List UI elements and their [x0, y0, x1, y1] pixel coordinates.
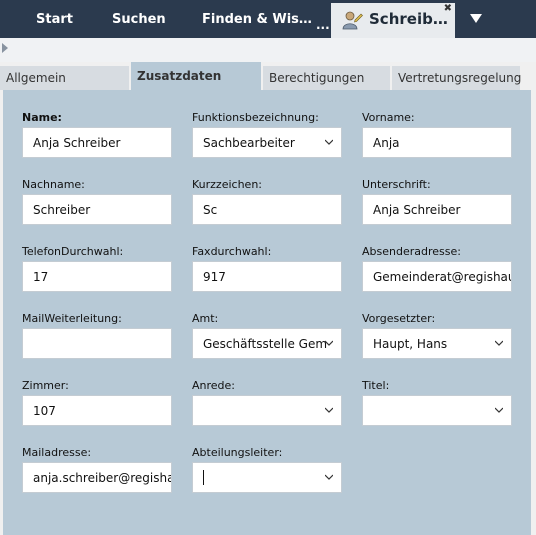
vorgesetzter-value: Haupt, Hans [373, 336, 448, 351]
absenderadresse-label: Absenderadresse: [362, 245, 461, 258]
amt-label: Amt: [192, 312, 219, 325]
active-tab-label: Schreib… [369, 10, 448, 28]
absenderadresse-input[interactable]: Gemeinderat@regishaus [362, 261, 512, 292]
titel-label: Titel: [362, 379, 390, 392]
sub-toolbar [0, 38, 536, 62]
titel-select[interactable] [362, 395, 512, 426]
nachname-label: Nachname: [22, 178, 85, 191]
chevron-down-icon [495, 340, 503, 346]
anrede-label: Anrede: [192, 379, 236, 392]
text-cursor [203, 470, 204, 485]
chevron-down-icon [325, 474, 333, 480]
vorname-input[interactable]: Anja [362, 127, 512, 158]
funktionsbezeichnung-label: Funktionsbezeichnung: [192, 111, 319, 124]
tab-vertretungsregelung[interactable]: Vertretungsregelung [392, 66, 521, 90]
nachname-input[interactable]: Schreiber [22, 194, 172, 225]
tab-zusatzdaten[interactable]: Zusatzdaten [131, 62, 261, 90]
faxdurchwahl-input[interactable]: 917 [192, 261, 342, 292]
mailweiterleitung-label: MailWeiterleitung: [22, 312, 122, 325]
mailweiterleitung-input[interactable] [22, 328, 172, 359]
chevron-down-icon [495, 407, 503, 413]
mailadresse-input[interactable]: anja.schreiber@regishaus [22, 462, 172, 493]
zusatzdaten-panel: Name: Anja Schreiber Funktionsbezeichnun… [3, 90, 531, 535]
anrede-select[interactable] [192, 395, 342, 426]
tab-berechtigungen[interactable]: Berechtigungen [263, 66, 390, 90]
tab-suchen[interactable]: Suchen [112, 0, 166, 38]
unterschrift-input[interactable]: Anja Schreiber [362, 194, 512, 225]
vorgesetzter-label: Vorgesetzter: [362, 312, 436, 325]
faxdurchwahl-label: Faxdurchwahl: [192, 245, 272, 258]
vorname-label: Vorname: [362, 111, 415, 124]
chevron-down-icon [325, 407, 333, 413]
name-input[interactable]: Anja Schreiber [22, 127, 172, 158]
amt-value: Geschäftsstelle Gem [203, 336, 328, 351]
zimmer-label: Zimmer: [22, 379, 69, 392]
funktionsbezeichnung-value: Sachbearbeiter [203, 135, 295, 150]
abteilungsleiter-label: Abteilungsleiter: [192, 446, 283, 459]
tab-list-dropdown-icon[interactable] [470, 14, 482, 23]
funktionsbezeichnung-select[interactable]: Sachbearbeiter [192, 127, 342, 158]
tab-schreiber-active[interactable]: Schreib… ✖ [331, 3, 455, 38]
abteilungsleiter-select[interactable] [192, 462, 342, 493]
tab-finden-wissen[interactable]: Finden & Wis… [202, 0, 312, 38]
user-edit-icon [342, 11, 363, 30]
amt-select[interactable]: Geschäftsstelle Gem [192, 328, 342, 359]
close-tab-icon[interactable]: ✖ [444, 3, 452, 14]
kurzzeichen-input[interactable]: Sc [192, 194, 342, 225]
chevron-down-icon [325, 340, 333, 346]
telefondurchwahl-label: TelefonDurchwahl: [22, 245, 124, 258]
vorgesetzter-select[interactable]: Haupt, Hans [362, 328, 512, 359]
top-tab-bar: Start Suchen Finden & Wis… ... Schreib… … [0, 0, 536, 38]
tab-overflow-indicator[interactable]: ... [316, 18, 330, 32]
mailadresse-label: Mailadresse: [22, 446, 92, 459]
detail-tabs: Allgemein Zusatzdaten Berechtigungen Ver… [0, 62, 536, 90]
name-label: Name: [22, 111, 62, 124]
telefondurchwahl-input[interactable]: 17 [22, 261, 172, 292]
tab-allgemein[interactable]: Allgemein [0, 66, 129, 90]
tab-start[interactable]: Start [36, 0, 73, 38]
expand-chevron-icon[interactable] [2, 43, 8, 53]
zimmer-input[interactable]: 107 [22, 395, 172, 426]
chevron-down-icon [325, 139, 333, 145]
kurzzeichen-label: Kurzzeichen: [192, 178, 262, 191]
unterschrift-label: Unterschrift: [362, 178, 431, 191]
